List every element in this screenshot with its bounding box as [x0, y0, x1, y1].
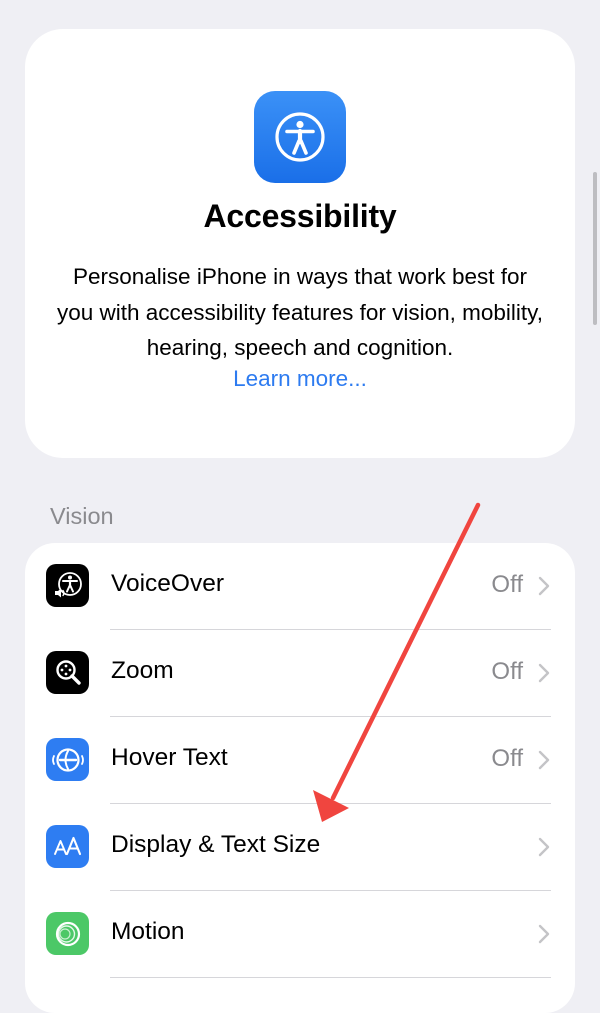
page-description: Personalise iPhone in ways that work bes… — [56, 264, 543, 360]
list-item-motion[interactable]: Motion — [25, 891, 575, 978]
list-item-label: Motion — [111, 918, 185, 945]
list-item-voiceover[interactable]: VoiceOver Off — [25, 543, 575, 630]
list-item-hover-text[interactable]: Hover Text Off — [25, 717, 575, 804]
status-value: Off — [491, 745, 523, 772]
accessibility-icon — [254, 91, 346, 183]
divider — [110, 977, 551, 978]
status-value: Off — [491, 571, 523, 598]
scrollbar[interactable] — [593, 172, 597, 325]
list-item-display-text-size[interactable]: Display & Text Size — [25, 804, 575, 891]
voiceover-icon — [46, 564, 89, 607]
section-title-vision: Vision — [50, 503, 114, 529]
list-item-label: Zoom — [111, 657, 174, 684]
list-item-zoom[interactable]: Zoom Off — [25, 630, 575, 717]
chevron-right-icon — [538, 663, 550, 683]
chevron-right-icon — [538, 750, 550, 770]
chevron-right-icon — [538, 837, 550, 857]
chevron-right-icon — [538, 924, 550, 944]
chevron-right-icon — [538, 576, 550, 596]
status-value: Off — [491, 658, 523, 685]
list-item-label: VoiceOver — [111, 570, 225, 597]
display-text-size-icon — [46, 825, 89, 868]
zoom-icon — [46, 651, 89, 694]
list-item-label: Hover Text — [111, 744, 228, 771]
learn-more-link[interactable]: Learn more... — [25, 366, 575, 392]
hover-text-icon — [46, 738, 89, 781]
list-item-label: Display & Text Size — [111, 831, 321, 858]
page-title: Accessibility — [203, 198, 397, 234]
motion-icon — [46, 912, 89, 955]
